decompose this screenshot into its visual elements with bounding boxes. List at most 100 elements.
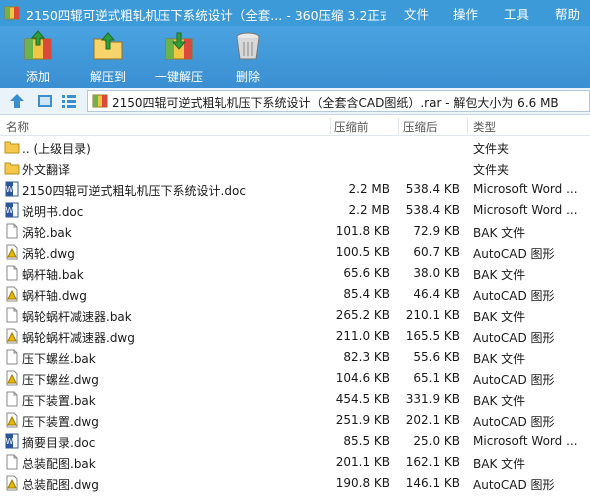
file-row[interactable]: 总装配图.bak 201.1 KB 162.1 KB BAK 文件: [0, 452, 590, 473]
archive-path-field[interactable]: 2150四辊可逆式粗轧机压下系统设计（全套含CAD图纸）.rar - 解包大小为…: [87, 90, 590, 112]
svg-text:W: W: [6, 185, 14, 194]
file-size: 65.6 KB: [343, 266, 390, 280]
word-doc-icon: W: [4, 433, 20, 449]
file-name: 蜗轮蜗杆减速器.dwg: [22, 331, 135, 345]
file-compressed-size: 538.4 KB: [405, 203, 460, 217]
generic-file-icon: [4, 391, 20, 407]
file-name: 涡轮.dwg: [22, 247, 75, 261]
file-type: Microsoft Word ...: [473, 203, 578, 217]
file-row[interactable]: 外文翻译 文件夹: [0, 158, 590, 179]
word-doc-icon: W: [4, 202, 20, 218]
autocad-file-icon: [4, 370, 20, 386]
generic-file-icon: [4, 454, 20, 470]
file-type: BAK 文件: [473, 310, 526, 324]
file-row[interactable]: .. (上级目录) 文件夹: [0, 137, 590, 158]
file-row[interactable]: 涡轮.dwg 100.5 KB 60.7 KB AutoCAD 图形: [0, 242, 590, 263]
file-compressed-size: 65.1 KB: [413, 371, 460, 385]
column-header: 名称 压缩前 压缩后 类型: [0, 116, 590, 136]
view-list-icon[interactable]: [60, 92, 78, 110]
menu-operation[interactable]: 操作: [453, 4, 478, 23]
file-type: 文件夹: [473, 163, 510, 177]
file-row[interactable]: 蜗轮蜗杆减速器.dwg 211.0 KB 165.5 KB AutoCAD 图形: [0, 326, 590, 347]
file-compressed-size: 72.9 KB: [413, 224, 460, 238]
view-thumbnail-icon[interactable]: [36, 92, 54, 110]
file-type: 文件夹: [473, 142, 510, 156]
svg-text:W: W: [6, 437, 14, 446]
file-size: 2.2 MB: [348, 182, 390, 196]
file-row[interactable]: W 说明书.doc 2.2 MB 538.4 KB Microsoft Word ...: [0, 200, 590, 221]
up-arrow-icon[interactable]: [8, 92, 26, 110]
file-compressed-size: 38.0 KB: [413, 266, 460, 280]
generic-file-icon: [4, 265, 20, 281]
file-name: 2150四辊可逆式粗轧机压下系统设计.doc: [22, 184, 246, 198]
file-row[interactable]: 涡轮.bak 101.8 KB 72.9 KB BAK 文件: [0, 221, 590, 242]
file-type: Microsoft Word ...: [473, 182, 578, 196]
file-row[interactable]: 蜗杆轴.bak 65.6 KB 38.0 KB BAK 文件: [0, 263, 590, 284]
file-type: BAK 文件: [473, 352, 526, 366]
autocad-file-icon: [4, 412, 20, 428]
file-size: 104.6 KB: [335, 371, 390, 385]
file-row[interactable]: 压下装置.dwg 251.9 KB 202.1 KB AutoCAD 图形: [0, 410, 590, 431]
file-size: 85.5 KB: [343, 434, 390, 448]
file-compressed-size: 60.7 KB: [413, 245, 460, 259]
window-title: 2150四辊可逆式粗轧机压下系统设计（全套... - 360压缩 3.2正式版: [26, 8, 386, 23]
column-compressed[interactable]: 压缩后: [403, 119, 438, 135]
file-type: Microsoft Word ...: [473, 434, 578, 448]
file-size: 201.1 KB: [335, 455, 390, 469]
autocad-file-icon: [4, 328, 20, 344]
file-row[interactable]: W 2150四辊可逆式粗轧机压下系统设计.doc 2.2 MB 538.4 KB Mic…: [0, 179, 590, 200]
file-row[interactable]: W 摘要目录.doc 85.5 KB 25.0 KB Microsoft Word ..…: [0, 431, 590, 452]
title-bar: 2150四辊可逆式粗轧机压下系统设计（全套... - 360压缩 3.2正式版 …: [0, 0, 590, 26]
file-row[interactable]: 总装配图.dwg 190.8 KB 146.1 KB AutoCAD 图形: [0, 473, 590, 494]
file-compressed-size: 162.1 KB: [405, 455, 460, 469]
extract-to-label: 解压到: [89, 70, 126, 84]
file-row[interactable]: 压下装置.bak 454.5 KB 331.9 KB BAK 文件: [0, 389, 590, 410]
one-click-extract-label: 一键解压: [154, 70, 203, 84]
column-name[interactable]: 名称: [6, 119, 29, 135]
file-name: 压下螺丝.dwg: [22, 373, 99, 387]
file-size: 100.5 KB: [335, 245, 390, 259]
file-type: AutoCAD 图形: [473, 331, 555, 345]
delete-button[interactable]: 删除: [226, 26, 270, 88]
file-row[interactable]: 蜗轮蜗杆减速器.bak 265.2 KB 210.1 KB BAK 文件: [0, 305, 590, 326]
file-compressed-size: 25.0 KB: [413, 434, 460, 448]
archive-path-text: 2150四辊可逆式粗轧机压下系统设计（全套含CAD图纸）.rar - 解包大小为…: [112, 96, 559, 110]
file-compressed-size: 46.4 KB: [413, 287, 460, 301]
svg-text:W: W: [6, 206, 14, 215]
file-type: BAK 文件: [473, 457, 526, 471]
file-compressed-size: 331.9 KB: [405, 392, 460, 406]
file-size: 251.9 KB: [335, 413, 390, 427]
file-row[interactable]: 蜗杆轴.dwg 85.4 KB 46.4 KB AutoCAD 图形: [0, 284, 590, 305]
extract-folder-icon: [93, 32, 123, 60]
file-compressed-size: 538.4 KB: [405, 182, 460, 196]
file-name: .. (上级目录): [22, 142, 91, 156]
add-label: 添加: [25, 70, 50, 84]
column-type[interactable]: 类型: [473, 119, 496, 135]
one-click-extract-icon: [165, 32, 193, 60]
autocad-file-icon: [4, 244, 20, 260]
file-size: 82.3 KB: [343, 350, 390, 364]
menu-help[interactable]: 帮助: [555, 4, 580, 23]
generic-file-icon: [4, 307, 20, 323]
file-compressed-size: 165.5 KB: [405, 329, 460, 343]
file-row[interactable]: 压下螺丝.bak 82.3 KB 55.6 KB BAK 文件: [0, 347, 590, 368]
file-name: 蜗杆轴.dwg: [22, 289, 87, 303]
generic-file-icon: [4, 223, 20, 239]
file-name: 压下装置.bak: [22, 394, 96, 408]
file-size: 190.8 KB: [335, 476, 390, 490]
one-click-extract-button[interactable]: 一键解压: [150, 26, 208, 88]
file-size: 2.2 MB: [348, 203, 390, 217]
column-size[interactable]: 压缩前: [334, 119, 369, 135]
menu-file[interactable]: 文件: [404, 4, 429, 23]
file-row[interactable]: 压下螺丝.dwg 104.6 KB 65.1 KB AutoCAD 图形: [0, 368, 590, 389]
file-size: 85.4 KB: [343, 287, 390, 301]
add-button[interactable]: 添加: [14, 26, 62, 88]
file-type: AutoCAD 图形: [473, 373, 555, 387]
menu-tools[interactable]: 工具: [504, 4, 529, 23]
extract-to-button[interactable]: 解压到: [80, 26, 136, 88]
file-name: 总装配图.bak: [22, 457, 96, 471]
file-name: 总装配图.dwg: [22, 478, 99, 492]
archive-icon: [92, 94, 108, 108]
file-size: 101.8 KB: [335, 224, 390, 238]
autocad-file-icon: [4, 475, 20, 491]
